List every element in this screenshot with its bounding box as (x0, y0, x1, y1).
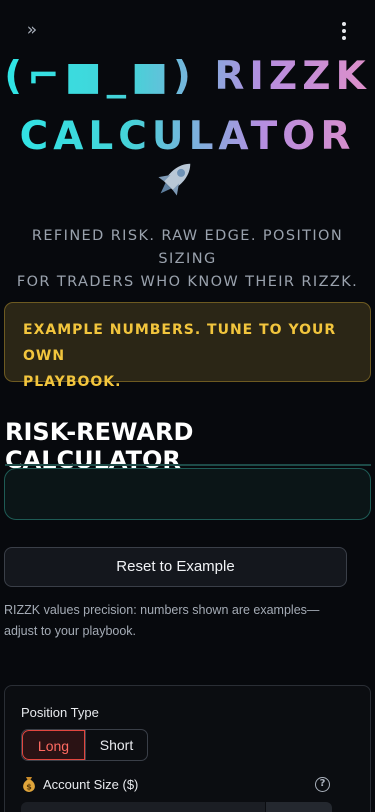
account-size-input[interactable] (21, 802, 265, 812)
account-size-stepper[interactable] (266, 802, 332, 812)
warning-line-2: PLAYBOOK. (23, 374, 122, 390)
double-chevron-right-icon[interactable]: » (20, 19, 44, 41)
account-size-label-row: $ Account Size ($) (21, 775, 138, 793)
money-bag-icon: $ (23, 777, 35, 792)
tagline: REFINED RISK. RAW EDGE. POSITION SIZING … (0, 225, 375, 294)
position-option-long[interactable]: Long (22, 730, 85, 760)
tagline-line-2: FOR TRADERS WHO KNOW THEIR RIZZK. (16, 274, 359, 290)
position-type-toggle: Long Short (21, 729, 148, 761)
position-option-short[interactable]: Short (85, 730, 147, 760)
rocket-icon (158, 163, 191, 196)
top-bar: » (0, 0, 375, 60)
kebab-menu-icon[interactable] (337, 19, 351, 43)
account-size-label: Account Size ($) (43, 776, 139, 792)
hero-title: (⌐■_■) RIZZK CALCULATOR (0, 47, 375, 167)
section-divider (5, 464, 371, 466)
calculator-form: Position Type Long Short $ Account Size … (4, 685, 371, 812)
app-page: » (⌐■_■) RIZZK CALCULATOR REFINED RISK. … (0, 0, 375, 812)
example-warning-box: EXAMPLE NUMBERS. TUNE TO YOUR OWN PLAYBO… (4, 302, 371, 390)
reset-to-example-button[interactable]: Reset to Example (4, 547, 347, 587)
help-circle-icon[interactable]: ? (315, 777, 330, 792)
warning-line-1: EXAMPLE NUMBERS. TUNE TO YOUR OWN (23, 322, 337, 364)
precision-note: RIZZK values precision: numbers shown ar… (4, 603, 320, 638)
summary-panel (4, 468, 371, 520)
svg-text:$: $ (26, 783, 32, 792)
tagline-line-1: REFINED RISK. RAW EDGE. POSITION SIZING (31, 228, 344, 267)
position-type-label: Position Type (21, 705, 99, 720)
